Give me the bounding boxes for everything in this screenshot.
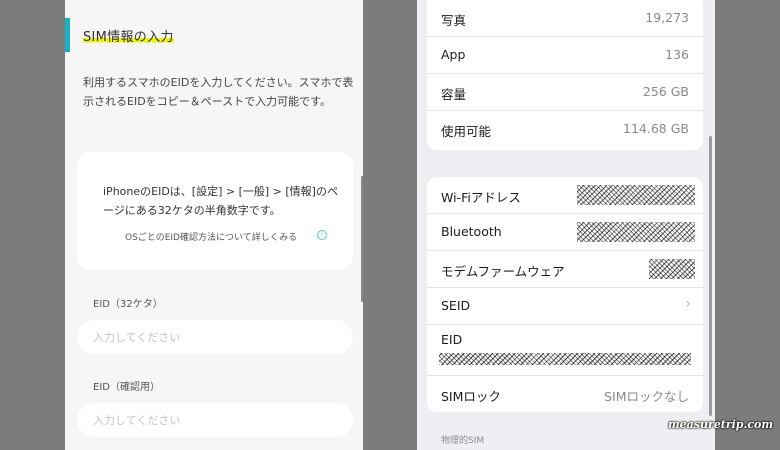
row-label: App xyxy=(441,47,466,62)
redacted-eid-value xyxy=(439,353,691,365)
row-value: 256 GB xyxy=(642,84,689,99)
description-text: 利用するスマホのEIDを入力してください。スマホで表示されるEIDをコピー＆ペー… xyxy=(83,76,354,108)
redacted-value xyxy=(577,185,695,205)
eid-row: EID xyxy=(427,325,703,376)
site-watermark: measuretrip.com xyxy=(668,418,773,431)
scrollbar[interactable] xyxy=(361,176,363,302)
network-info-group: Wi-Fiアドレス Bluetooth モデムファームウェア SEID › EI… xyxy=(427,177,703,412)
scrollbar[interactable] xyxy=(709,136,712,416)
row-label: Bluetooth xyxy=(441,224,502,239)
row-label: Wi-Fiアドレス xyxy=(441,190,521,205)
section-title: SIM情報の入力 xyxy=(83,26,174,45)
row-label: モデムファームウェア xyxy=(441,264,565,279)
info-circle-icon[interactable]: i xyxy=(317,230,327,240)
row-label: SEID xyxy=(441,298,471,313)
modem-firmware-row: モデムファームウェア xyxy=(427,251,703,288)
redacted-value xyxy=(577,222,695,242)
row-value: SIMロックなし xyxy=(604,389,689,404)
row-value: 19,273 xyxy=(645,10,689,25)
iphone-about-panel: 写真 19,273 App 136 容量 256 GB 使用可能 114.68 … xyxy=(417,0,715,450)
capacity-row: 容量 256 GB xyxy=(427,74,703,111)
bluetooth-row: Bluetooth xyxy=(427,214,703,251)
chevron-right-icon: › xyxy=(685,296,691,312)
sim-input-form-panel: SIM情報の入力 利用するスマホのEIDを入力してください。スマホで表示されるE… xyxy=(65,0,363,450)
storage-info-group: 写真 19,273 App 136 容量 256 GB 使用可能 114.68 … xyxy=(427,0,703,150)
row-label: 使用可能 xyxy=(441,124,492,139)
eid-info-card: iPhoneのEIDは、[設定] > [一般] > [情報]のページにある32ケ… xyxy=(77,152,353,270)
sim-lock-row: SIMロック SIMロックなし xyxy=(427,376,703,412)
row-label: EID xyxy=(441,332,463,347)
row-value: 114.68 GB xyxy=(623,121,689,136)
row-value: 136 xyxy=(665,47,689,62)
eid-confirm-field-label: EID（確認用） xyxy=(93,382,160,393)
app-row: App 136 xyxy=(427,37,703,74)
redacted-value xyxy=(649,259,695,279)
wifi-address-row: Wi-Fiアドレス xyxy=(427,177,703,214)
photos-row: 写真 19,273 xyxy=(427,0,703,37)
eid-howto-link[interactable]: OSごとのEID確認方法について詳しくみる xyxy=(125,230,297,243)
eid-input[interactable] xyxy=(77,320,353,354)
available-row: 使用可能 114.68 GB xyxy=(427,111,703,147)
row-label: SIMロック xyxy=(441,389,501,404)
row-label: 容量 xyxy=(441,87,467,102)
section-accent-bar xyxy=(65,18,70,52)
eid-confirm-input[interactable] xyxy=(77,403,353,437)
info-card-text: iPhoneのEIDは、[設定] > [一般] > [情報]のページにある32ケ… xyxy=(103,185,338,217)
physical-sim-section-header: 物理的SIM xyxy=(441,436,485,446)
seid-row[interactable]: SEID › xyxy=(427,288,703,325)
row-label: 写真 xyxy=(441,13,467,28)
eid-field-label: EID（32ケタ） xyxy=(93,299,163,310)
